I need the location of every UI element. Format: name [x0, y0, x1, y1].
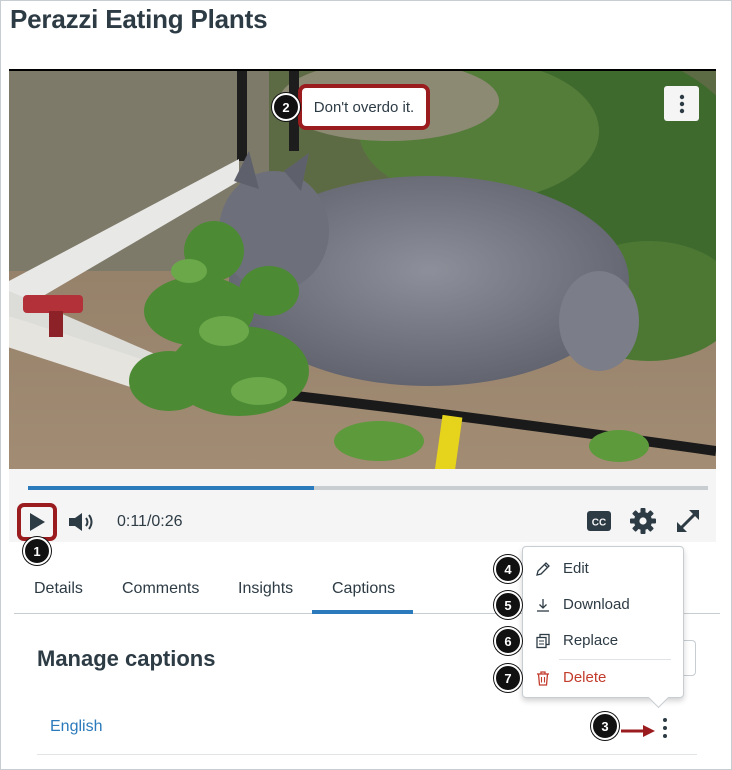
cc-icon: CC: [587, 511, 611, 531]
kebab-dot: [663, 718, 667, 722]
active-tab-indicator: [312, 610, 413, 614]
svg-text:CC: CC: [592, 518, 606, 529]
menu-item-download[interactable]: Download: [523, 588, 683, 622]
volume-icon: [69, 513, 93, 531]
menu-item-label: Delete: [563, 669, 607, 686]
caption-language-link[interactable]: English: [50, 718, 102, 736]
menu-item-edit[interactable]: Edit: [523, 552, 683, 586]
play-icon: [30, 513, 45, 531]
callout-badge-1: 1: [23, 537, 51, 565]
section-title: Manage captions: [37, 646, 216, 671]
kebab-icon: [679, 94, 684, 113]
gear-icon: [630, 508, 656, 534]
trash-icon: [537, 671, 549, 686]
play-button[interactable]: [17, 503, 57, 541]
callout-badge-2: 2: [272, 93, 300, 121]
settings-button[interactable]: [629, 507, 657, 535]
menu-item-label: Download: [563, 596, 630, 613]
arrow-icon: [621, 725, 655, 737]
progress-fill: [28, 486, 314, 490]
volume-button[interactable]: [67, 507, 97, 537]
fullscreen-icon: [676, 509, 700, 533]
download-icon: [537, 599, 549, 612]
callout-badge-7: 7: [494, 664, 522, 692]
video-frame-image: [9, 71, 716, 469]
caption-overlay: Don't overdo it.: [298, 84, 430, 130]
menu-item-label: Replace: [563, 632, 619, 649]
caption-options-menu: Edit Download Replace Delete: [522, 546, 684, 698]
page-title: Perazzi Eating Plants: [10, 4, 268, 34]
closed-captions-button[interactable]: CC: [587, 509, 611, 533]
menu-divider: [559, 659, 671, 660]
pencil-icon: [536, 562, 550, 576]
callout-badge-3: 3: [591, 712, 619, 740]
caption-text: Don't overdo it.: [313, 98, 415, 116]
video-options-button[interactable]: [664, 86, 699, 121]
menu-item-replace[interactable]: Replace: [523, 624, 683, 658]
tab-captions[interactable]: Captions: [332, 580, 395, 598]
callout-badge-6: 6: [494, 627, 522, 655]
replace-icon: [536, 633, 550, 649]
kebab-dot: [663, 734, 667, 738]
progress-bar[interactable]: [28, 486, 708, 490]
tab-comments[interactable]: Comments: [122, 580, 199, 598]
fullscreen-button[interactable]: [674, 507, 702, 535]
menu-item-label: Edit: [563, 560, 589, 577]
callout-badge-4: 4: [494, 555, 522, 583]
time-readout: 0:11/0:26: [117, 513, 183, 530]
video-controls: 0:11/0:26 CC: [9, 469, 716, 542]
callout-badge-5: 5: [494, 591, 522, 619]
tab-details[interactable]: Details: [34, 580, 83, 598]
caption-options-button[interactable]: [658, 716, 672, 740]
tab-insights[interactable]: Insights: [238, 580, 293, 598]
menu-item-delete[interactable]: Delete: [523, 661, 683, 695]
kebab-dot: [663, 726, 667, 730]
